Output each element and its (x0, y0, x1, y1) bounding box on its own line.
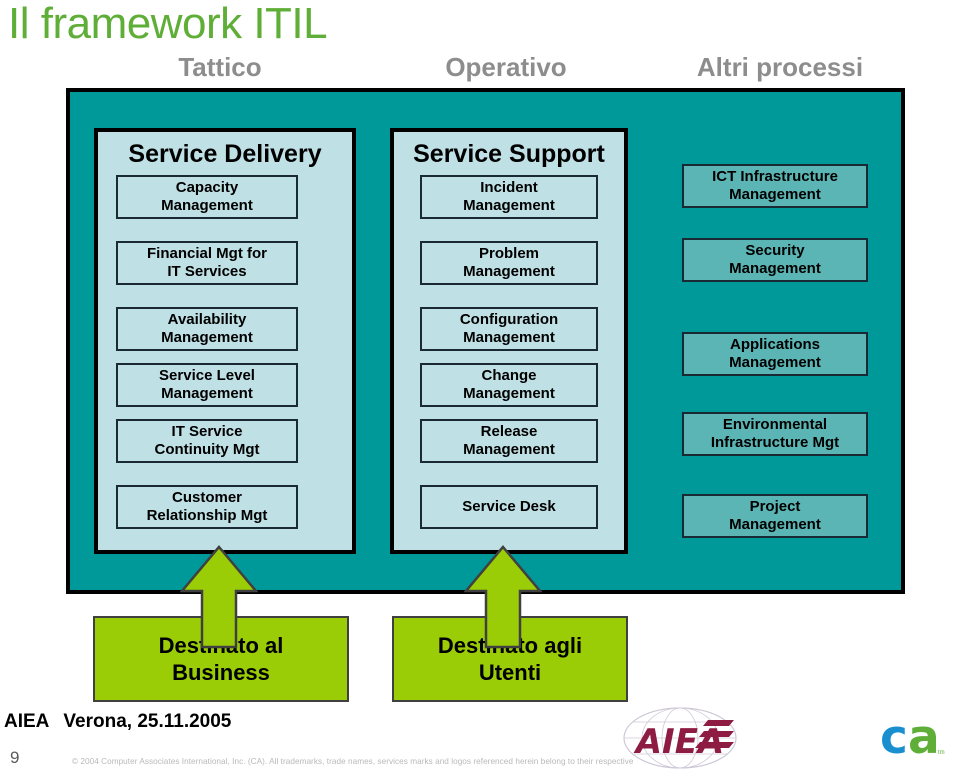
slide-number: 9 (10, 748, 20, 767)
process-line-2: Management (463, 441, 555, 458)
footer-event-line: AIEA Verona, 25.11.2005 (4, 710, 231, 734)
process-line-1: Service Desk (462, 498, 556, 515)
process-line-1: Availability (167, 311, 247, 328)
page-title: Il framework ITIL (8, 0, 328, 48)
up-arrow-icon-business (180, 545, 258, 649)
process-line-2: Management (729, 186, 821, 203)
process-line-2: Management (463, 263, 555, 280)
process-line-1: Capacity (175, 179, 239, 196)
service-support-title: Service Support (413, 140, 605, 168)
process-box-release-management: Release Management (420, 419, 598, 463)
process-box-service-desk: Service Desk (420, 485, 598, 529)
ca-logo-letter-a: a (908, 710, 940, 765)
process-line-1: Customer (171, 489, 242, 506)
process-box-project-management: Project Management (682, 494, 868, 538)
process-box-incident-management: Incident Management (420, 175, 598, 219)
destination-line-2: Utenti (478, 660, 542, 685)
service-delivery-panel: Service Delivery Capacity Management Fin… (94, 128, 356, 554)
ca-logo-letter-c: c (880, 710, 908, 765)
process-line-1: Applications (729, 336, 820, 353)
ca-logo-icon: c a tm (880, 710, 945, 766)
process-box-problem-management: Problem Management (420, 241, 598, 285)
process-box-customer-relationship-mgt: Customer Relationship Mgt (116, 485, 298, 529)
service-delivery-title: Service Delivery (128, 140, 322, 168)
process-line-1: Financial Mgt for (147, 245, 267, 262)
process-box-financial-mgt-for-it-services: Financial Mgt for IT Services (116, 241, 298, 285)
process-line-2: Management (729, 354, 821, 371)
aiea-logo-icon: AIEA (623, 707, 737, 769)
process-line-2: Continuity Mgt (154, 441, 260, 458)
process-line-2: Management (463, 197, 555, 214)
process-line-2: Management (161, 197, 253, 214)
process-box-ict-infrastructure-management: ICT Infrastructure Management (682, 164, 868, 208)
service-support-panel: Service Support Incident Management Prob… (390, 128, 628, 554)
process-line-1: Environmental (722, 416, 828, 433)
process-line-1: Release (480, 423, 538, 440)
footer-org-name: AIEA (4, 711, 50, 732)
process-line-1: Change (481, 367, 537, 384)
process-box-it-service-continuity-mgt: IT Service Continuity Mgt (116, 419, 298, 463)
process-line-1: Problem (478, 245, 539, 262)
itil-framework-panel: Service Delivery Capacity Management Fin… (66, 88, 905, 594)
process-line-1: Incident (480, 179, 538, 196)
process-box-applications-management: Applications Management (682, 332, 868, 376)
process-box-service-level-management: Service Level Management (116, 363, 298, 407)
process-box-availability-management: Availability Management (116, 307, 298, 351)
column-caption-altri-processi: Altri processi (696, 52, 864, 82)
process-line-1: IT Service (171, 423, 243, 440)
process-box-environmental-infrastructure-mgt: Environmental Infrastructure Mgt (682, 412, 868, 456)
process-line-2: Management (463, 329, 555, 346)
process-line-2: IT Services (167, 263, 247, 280)
process-line-2: Relationship Mgt (146, 507, 268, 524)
copyright-notice: © 2004 Computer Associates International… (72, 757, 634, 766)
process-line-2: Management (729, 260, 821, 277)
column-caption-tattico: Tattico (178, 52, 262, 82)
process-box-configuration-management: Configuration Management (420, 307, 598, 351)
process-line-2: Management (729, 516, 821, 533)
process-box-capacity-management: Capacity Management (116, 175, 298, 219)
process-box-change-management: Change Management (420, 363, 598, 407)
process-line-1: Security (745, 242, 805, 259)
process-line-1: Service Level (159, 367, 255, 384)
column-caption-operativo: Operativo (445, 52, 567, 82)
process-line-1: Configuration (459, 311, 559, 328)
process-box-security-management: Security Management (682, 238, 868, 282)
up-arrow-icon-utenti (464, 545, 542, 649)
process-line-2: Management (463, 385, 555, 402)
destination-line-2: Business (172, 660, 270, 685)
process-line-2: Management (161, 329, 253, 346)
ca-logo-trademark: tm (938, 750, 945, 756)
footer-event-location-date: Verona, 25.11.2005 (63, 711, 232, 732)
svg-text:AIEA: AIEA (633, 722, 725, 762)
process-line-2: Infrastructure Mgt (710, 434, 840, 451)
process-line-1: Project (749, 498, 801, 515)
process-line-1: ICT Infrastructure (712, 168, 838, 185)
process-line-2: Management (161, 385, 253, 402)
